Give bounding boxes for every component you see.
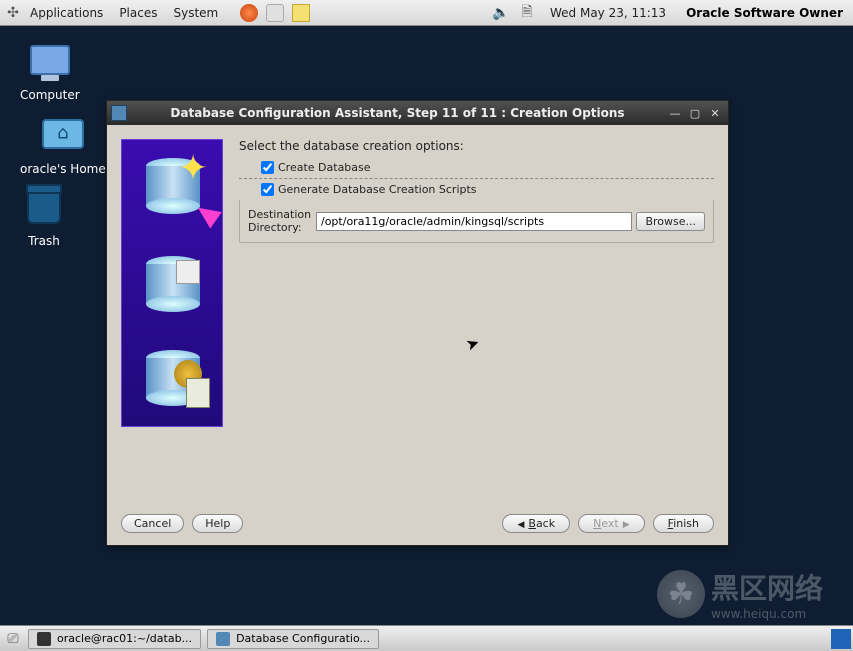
tool-panel-icon[interactable] bbox=[266, 4, 284, 22]
apps-icon[interactable]: ✣ bbox=[4, 4, 22, 22]
watermark-icon: ☘ bbox=[657, 570, 705, 618]
taskbar-item-label: oracle@rac01:~/datab... bbox=[57, 632, 192, 645]
desktop-label: Computer bbox=[20, 88, 80, 102]
window-close-button[interactable]: ✕ bbox=[706, 105, 724, 121]
disk-icon bbox=[176, 260, 200, 284]
browse-button[interactable]: Browse... bbox=[636, 212, 705, 231]
trash-icon bbox=[27, 188, 61, 224]
page-heading: Select the database creation options: bbox=[239, 139, 714, 153]
watermark-url: www.heiqu.com bbox=[711, 607, 823, 621]
script-paper-icon bbox=[186, 378, 210, 408]
computer-icon bbox=[30, 45, 70, 75]
workspace-switcher[interactable] bbox=[831, 629, 851, 649]
user-name[interactable]: Oracle Software Owner bbox=[680, 6, 849, 20]
create-database-label: Create Database bbox=[278, 161, 371, 174]
watermark: ☘ 黑区网络 www.heiqu.com bbox=[657, 567, 823, 621]
show-desktop-icon[interactable]: ⎚ bbox=[4, 630, 22, 648]
back-button[interactable]: Back bbox=[502, 514, 570, 533]
window-minimize-button[interactable]: — bbox=[666, 105, 684, 121]
help-button[interactable]: Help bbox=[192, 514, 243, 533]
menu-places[interactable]: Places bbox=[111, 3, 165, 23]
doc-tray-icon[interactable]: 🗎 bbox=[518, 4, 536, 22]
destination-label: Destination Directory: bbox=[248, 208, 312, 234]
dbca-app-icon bbox=[216, 632, 230, 646]
next-button: Next bbox=[578, 514, 645, 533]
desktop-label: Trash bbox=[28, 234, 60, 248]
clock[interactable]: Wed May 23, 11:13 bbox=[544, 6, 672, 20]
desktop-home[interactable]: oracle's Home bbox=[20, 110, 106, 176]
cancel-button[interactable]: Cancel bbox=[121, 514, 184, 533]
bottom-taskbar: ⎚ oracle@rac01:~/datab... Database Confi… bbox=[0, 625, 853, 651]
volume-icon[interactable]: 🔈 bbox=[492, 4, 510, 22]
terminal-icon bbox=[37, 632, 51, 646]
watermark-brand: 黑区网络 bbox=[711, 567, 823, 607]
desktop-label: oracle's Home bbox=[20, 162, 106, 176]
window-title: Database Configuration Assistant, Step 1… bbox=[131, 106, 664, 120]
destination-panel: Destination Directory: Browse... bbox=[239, 200, 714, 243]
star-icon: ✦ bbox=[178, 148, 208, 189]
top-menu-bar: ✣ Applications Places System 🔈 🗎 Wed May… bbox=[0, 0, 853, 26]
create-database-row[interactable]: Create Database bbox=[261, 161, 714, 174]
window-app-icon bbox=[111, 105, 127, 121]
wizard-side-image: ✦ bbox=[121, 139, 223, 427]
menu-system[interactable]: System bbox=[165, 3, 226, 23]
menu-applications[interactable]: Applications bbox=[22, 3, 111, 23]
wizard-button-bar: Cancel Help Back Next Finish bbox=[107, 506, 728, 545]
destination-input[interactable] bbox=[316, 212, 632, 231]
title-bar[interactable]: Database Configuration Assistant, Step 1… bbox=[107, 101, 728, 125]
finish-button[interactable]: Finish bbox=[653, 514, 714, 533]
gen-scripts-label: Generate Database Creation Scripts bbox=[278, 183, 477, 196]
desktop-computer[interactable]: Computer bbox=[20, 36, 80, 102]
gen-scripts-row[interactable]: Generate Database Creation Scripts bbox=[261, 183, 714, 196]
taskbar-item-label: Database Configuratio... bbox=[236, 632, 370, 645]
desktop-trash[interactable]: Trash bbox=[20, 182, 68, 248]
create-database-checkbox[interactable] bbox=[261, 161, 274, 174]
gen-scripts-checkbox[interactable] bbox=[261, 183, 274, 196]
firefox-icon[interactable] bbox=[240, 4, 258, 22]
taskbar-item-terminal[interactable]: oracle@rac01:~/datab... bbox=[28, 629, 201, 649]
home-folder-icon bbox=[42, 119, 84, 149]
window-maximize-button[interactable]: ▢ bbox=[686, 105, 704, 121]
note-icon[interactable] bbox=[292, 4, 310, 22]
dbca-window: Database Configuration Assistant, Step 1… bbox=[106, 100, 729, 546]
taskbar-item-dbca[interactable]: Database Configuratio... bbox=[207, 629, 379, 649]
